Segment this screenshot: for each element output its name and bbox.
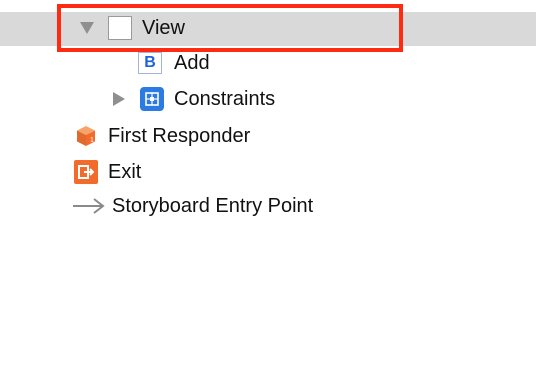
tree-row-label: Exit (108, 161, 142, 183)
tree-row-label: Add (174, 52, 210, 74)
tree-row-label: First Responder (108, 125, 251, 147)
button-icon: B (138, 52, 162, 74)
tree-row-constraints[interactable]: Constraints (113, 87, 275, 111)
tree-row-storyboard-entry-point[interactable]: Storyboard Entry Point (72, 196, 313, 216)
exit-arrow-icon (78, 165, 95, 179)
tree-row-exit[interactable]: Exit (74, 160, 141, 184)
highlight-annotation-box (57, 4, 403, 52)
tree-row-add[interactable]: B Add (138, 52, 210, 74)
tree-row-label: Storyboard Entry Point (112, 195, 314, 217)
cube-icon: 1 (77, 126, 95, 146)
disclosure-triangle-right-icon[interactable] (113, 92, 125, 106)
constraints-glyph-icon (145, 92, 159, 106)
arrow-right-icon (73, 198, 105, 214)
tree-row-label: Constraints (174, 88, 276, 110)
tree-row-first-responder[interactable]: 1 First Responder (74, 124, 250, 148)
svg-text:1: 1 (90, 137, 94, 144)
constraints-icon (140, 87, 164, 111)
exit-icon (74, 160, 98, 184)
